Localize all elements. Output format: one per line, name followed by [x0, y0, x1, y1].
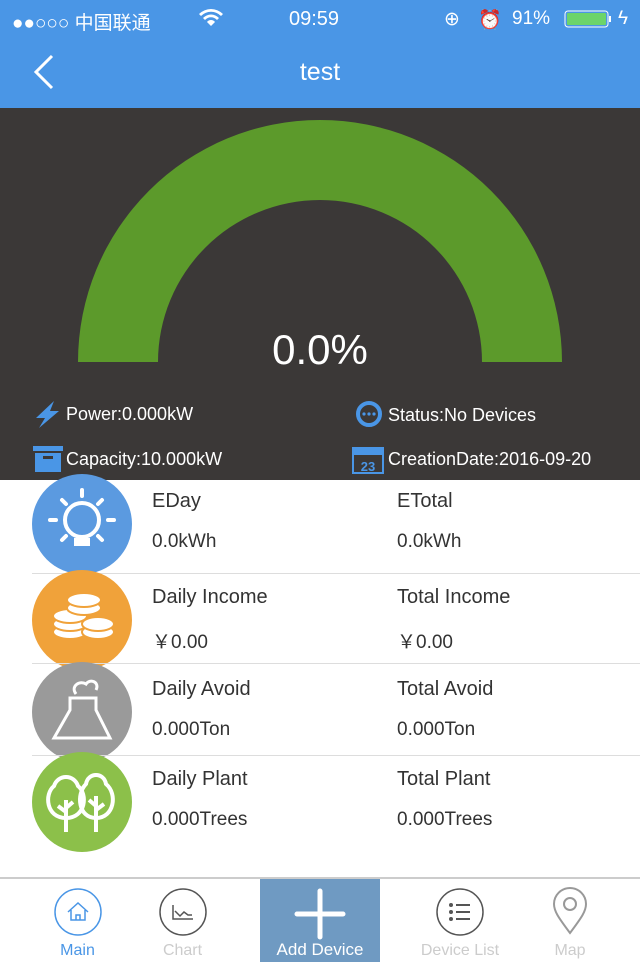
wifi-icon: [198, 6, 224, 34]
capacity-info: Capacity:10.000kW: [32, 444, 222, 474]
tab-device-list[interactable]: Device List: [400, 879, 520, 962]
alarm-icon: ⏰: [478, 10, 502, 31]
page-title: test: [299, 58, 341, 86]
right-label: Total Avoid: [397, 678, 494, 700]
left-label: EDay: [152, 490, 201, 512]
tab-label: Add Device: [276, 940, 364, 959]
tab-map[interactable]: Map: [520, 879, 620, 962]
tab-label: Chart: [162, 942, 203, 959]
right-label: Total Income: [397, 586, 511, 608]
tab-label: Map: [554, 942, 586, 959]
capacity-text: Capacity:10.000kW: [66, 448, 223, 469]
summary-panel: 0.0% Power:0.000kW Status:No Devices Cap…: [0, 108, 640, 480]
creation-info: 23 CreationDate:2016-09-20: [352, 444, 591, 474]
creation-date-text: CreationDate:2016-09-20: [388, 448, 592, 469]
left-label: Daily Plant: [152, 768, 248, 790]
lightbulb-icon: [32, 474, 132, 574]
header: ●●○○○ 中国联通 09:59 ⊕ ⏰ 91% ϟ test: [0, 0, 640, 108]
carrier: ●●○○○ 中国联通: [12, 13, 151, 34]
status-text: Status:No Devices: [388, 404, 537, 425]
clock: 09:59: [289, 8, 340, 30]
stat-row: Daily Plant 0.000Trees Total Plant 0.000…: [0, 752, 640, 852]
right-value: 0.000Trees: [397, 809, 493, 830]
svg-text:23: 23: [361, 459, 375, 474]
charging-icon: ϟ: [618, 8, 629, 29]
coins-icon: [32, 570, 132, 670]
left-value: 0.000Trees: [152, 809, 248, 830]
battery-percent: 91%: [512, 8, 551, 29]
stat-row: Daily Income ￥0.00 Total Income ￥0.00: [0, 570, 640, 670]
left-value: 0.000Ton: [152, 719, 231, 740]
tab-add-device[interactable]: Add Device: [260, 879, 380, 962]
stat-row: Daily Avoid 0.000Ton Total Avoid 0.000To…: [0, 662, 640, 762]
trees-icon: [32, 752, 132, 852]
tab-label: Device List: [420, 942, 500, 959]
left-value: ￥0.00: [152, 632, 208, 653]
gauge-percent: 0.0%: [272, 326, 368, 373]
right-value: 0.0kWh: [397, 531, 462, 552]
tab-main[interactable]: Main: [20, 879, 135, 962]
status-bar: ●●○○○ 中国联通 09:59 ⊕ ⏰ 91% ϟ: [0, 6, 640, 34]
stat-row: EDay 0.0kWh ETotal 0.0kWh: [0, 474, 640, 574]
lightning-icon: [36, 401, 59, 428]
left-value: 0.0kWh: [152, 531, 217, 552]
right-value: 0.000Ton: [397, 719, 476, 740]
right-label: Total Plant: [397, 768, 491, 790]
tab-chart[interactable]: Chart: [125, 879, 240, 962]
tab-bar: Main Chart Add Device Device List Map: [0, 877, 640, 962]
archive-box-icon: [33, 446, 63, 472]
calendar-icon: 23: [352, 447, 384, 474]
left-label: Daily Avoid: [152, 678, 251, 700]
status-refresh-icon: [356, 401, 382, 427]
factory-smoke-icon: [32, 662, 132, 762]
battery-icon: [564, 10, 614, 34]
left-label: Daily Income: [152, 586, 268, 608]
power-info: Power:0.000kW: [32, 400, 193, 428]
right-label: ETotal: [397, 490, 453, 512]
right-value: ￥0.00: [397, 632, 453, 653]
rotation-lock-icon: ⊕: [444, 9, 460, 30]
power-text: Power:0.000kW: [66, 403, 194, 424]
tab-label: Main: [60, 942, 95, 959]
status-info: Status:No Devices: [352, 400, 536, 430]
